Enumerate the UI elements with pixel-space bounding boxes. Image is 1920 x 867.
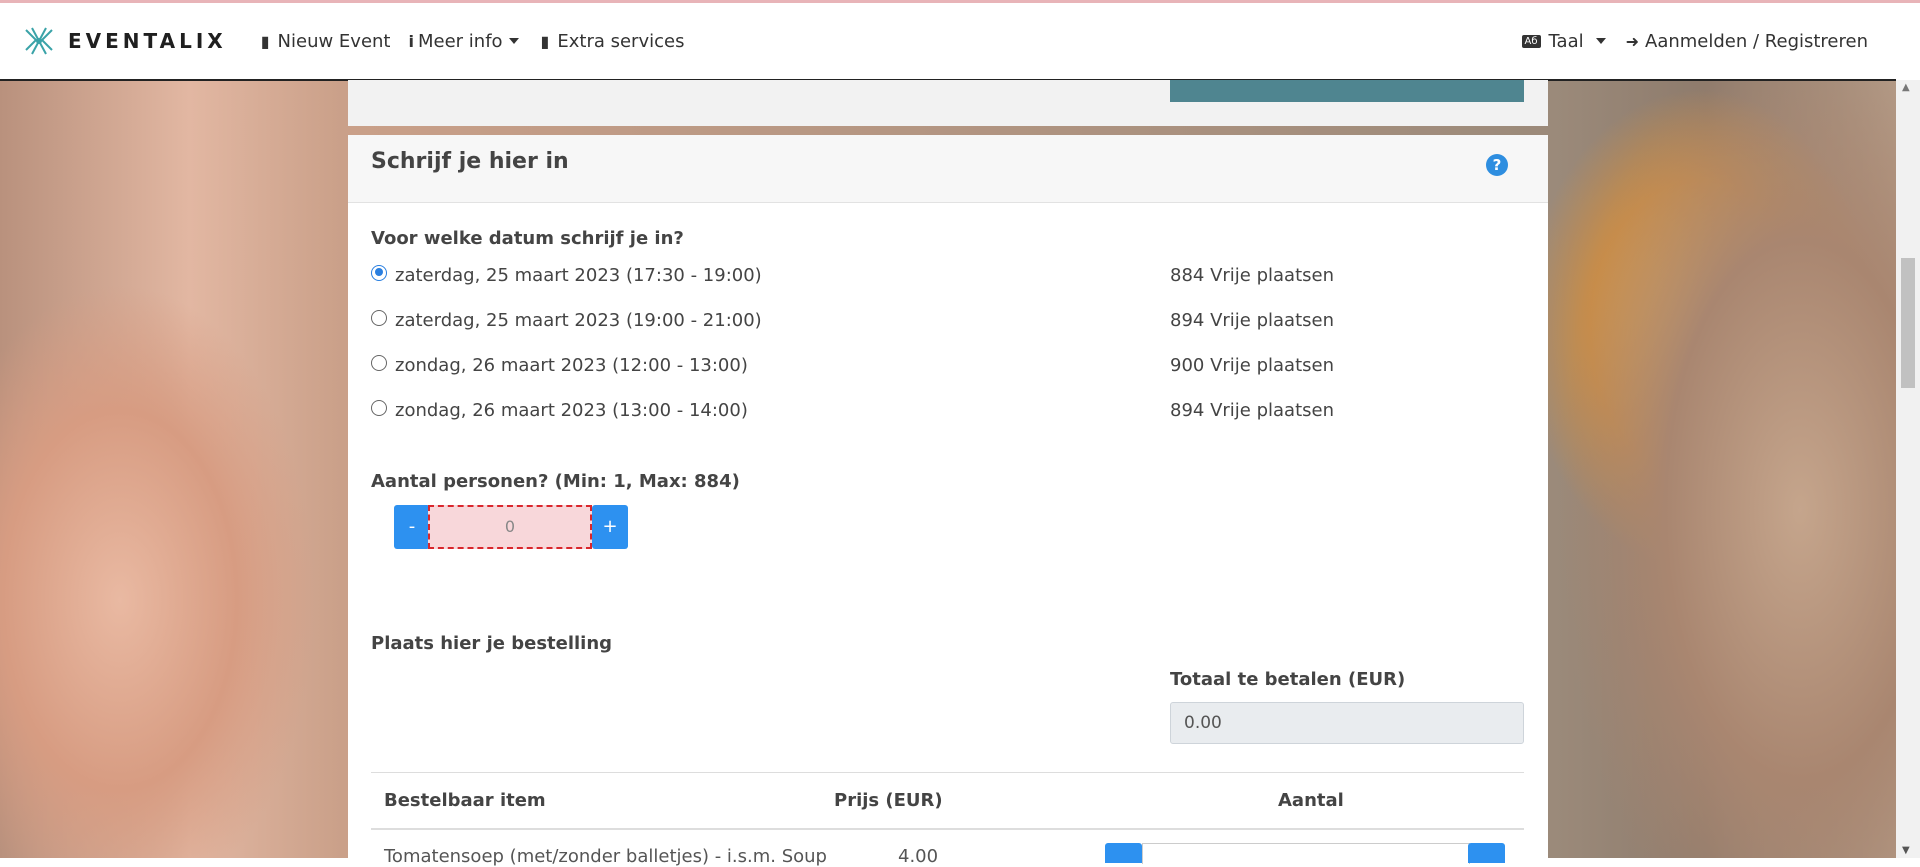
persons-label: Aantal personen? (Min: 1, Max: 884) xyxy=(371,471,740,492)
order-label: Plaats hier je bestelling xyxy=(371,633,613,654)
login-register-link[interactable]: ➜ Aanmelden / Registreren xyxy=(1626,31,1868,52)
chevron-down-icon xyxy=(508,38,519,44)
nav-new-event[interactable]: ▮ Nieuw Event xyxy=(261,31,391,52)
radio-button-checked[interactable] xyxy=(371,264,387,281)
table-cell-price: 4.00 xyxy=(898,846,939,867)
nav-right: Aб Taal ➜ Aanmelden / Registreren xyxy=(1500,31,1868,52)
login-register-label: Aanmelden / Registreren xyxy=(1645,30,1868,52)
previous-card-button[interactable] xyxy=(1170,80,1524,102)
sign-in-icon: ➜ xyxy=(1625,31,1640,51)
free-places: 894 Vrije plaatsen xyxy=(1170,310,1334,331)
free-places: 884 Vrije plaatsen xyxy=(1170,265,1334,286)
help-icon[interactable]: ? xyxy=(1486,154,1508,176)
eventalix-logo-icon xyxy=(25,27,53,55)
item-quantity-input[interactable] xyxy=(1142,843,1470,864)
table-header-border xyxy=(371,828,1524,830)
info-icon: i xyxy=(408,31,414,51)
language-dropdown[interactable]: Aб Taal xyxy=(1521,30,1606,52)
radio-button[interactable] xyxy=(371,354,387,371)
nav-extra-services[interactable]: ▮ Extra services xyxy=(541,31,685,52)
navbar: EVENTALIX ▮ Nieuw Event i Meer info ▮ Ex… xyxy=(0,3,1896,81)
file-icon: ▮ xyxy=(260,31,270,51)
persons-input[interactable]: 0 xyxy=(428,505,592,549)
date-option-label: zaterdag, 25 maart 2023 (17:30 - 19:00) xyxy=(395,265,762,286)
free-places: 894 Vrije plaatsen xyxy=(1170,400,1334,421)
table-cell-item: Tomatensoep (met/zonder balletjes) - i.s… xyxy=(384,846,827,867)
brand-name: EVENTALIX xyxy=(68,29,227,53)
date-option-label: zondag, 26 maart 2023 (13:00 - 14:00) xyxy=(395,400,748,421)
table-top-border xyxy=(371,772,1524,773)
persons-decrement-button[interactable]: - xyxy=(394,505,430,549)
item-decrement-button[interactable] xyxy=(1105,843,1142,863)
total-label: Totaal te betalen (EUR) xyxy=(1170,669,1406,690)
date-option[interactable]: zondag, 26 maart 2023 (12:00 - 13:00) xyxy=(371,354,748,376)
vertical-scrollbar[interactable]: ▲ ▼ xyxy=(1896,80,1920,858)
scroll-up-arrow-icon[interactable]: ▲ xyxy=(1902,82,1910,93)
date-option[interactable]: zaterdag, 25 maart 2023 (17:30 - 19:00) xyxy=(371,264,762,286)
date-question: Voor welke datum schrijf je in? xyxy=(371,228,684,249)
date-option[interactable]: zaterdag, 25 maart 2023 (19:00 - 21:00) xyxy=(371,309,762,331)
table-header-quantity: Aantal xyxy=(1278,790,1344,811)
table-header-price: Prijs (EUR) xyxy=(834,790,943,811)
previous-card xyxy=(348,80,1548,126)
language-label: Taal xyxy=(1548,30,1584,52)
chevron-down-icon xyxy=(1595,38,1606,44)
nav-extra-services-label: Extra services xyxy=(557,30,685,52)
card-title: Schrijf je hier in xyxy=(371,149,569,174)
file-icon: ▮ xyxy=(540,31,550,51)
card-header: Schrijf je hier in ? xyxy=(348,135,1548,203)
radio-button[interactable] xyxy=(371,399,387,416)
table-header-item: Bestelbaar item xyxy=(384,790,546,811)
language-icon: Aб xyxy=(1521,34,1541,48)
total-amount-field: 0.00 xyxy=(1170,702,1524,744)
brand[interactable]: EVENTALIX xyxy=(22,24,227,58)
free-places: 900 Vrije plaatsen xyxy=(1170,355,1334,376)
radio-button[interactable] xyxy=(371,309,387,326)
nav-new-event-label: Nieuw Event xyxy=(277,30,391,52)
persons-increment-button[interactable]: + xyxy=(592,505,628,549)
date-option-label: zaterdag, 25 maart 2023 (19:00 - 21:00) xyxy=(395,310,762,331)
nav-more-info-label: Meer info xyxy=(417,30,503,52)
date-option-label: zondag, 26 maart 2023 (12:00 - 13:00) xyxy=(395,355,748,376)
date-option[interactable]: zondag, 26 maart 2023 (13:00 - 14:00) xyxy=(371,399,748,421)
nav-more-info[interactable]: i Meer info xyxy=(409,31,519,52)
scroll-down-arrow-icon[interactable]: ▼ xyxy=(1902,845,1910,856)
item-increment-button[interactable] xyxy=(1468,843,1505,863)
scrollbar-thumb[interactable] xyxy=(1901,258,1915,388)
